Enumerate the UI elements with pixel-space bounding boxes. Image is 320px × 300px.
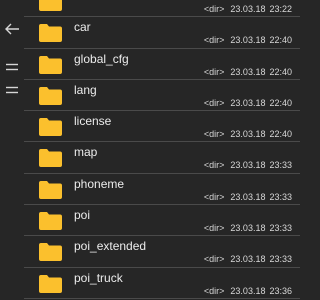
file-meta: <dir> 23.03.18 23:22 — [204, 4, 292, 14]
back-arrow-icon — [5, 23, 19, 35]
file-date: 23.03.18 — [230, 254, 266, 265]
file-meta: <dir> 23.03.18 22:40 — [204, 98, 292, 108]
folder-icon — [39, 0, 62, 11]
file-type: <dir> — [203, 223, 225, 234]
file-date: 23.03.18 — [230, 35, 266, 46]
folder-icon — [39, 212, 62, 231]
file-time: 23:33 — [269, 160, 292, 171]
file-type: <dir> — [203, 66, 225, 77]
file-name: car — [74, 20, 91, 35]
file-name: poi_extended — [74, 239, 147, 254]
file-name: lang — [74, 82, 97, 97]
file-row[interactable]: global_cfg <dir> 23.03.18 22:40 — [24, 49, 300, 80]
menu-icon — [6, 63, 18, 71]
file-row[interactable]: car <dir> 23.03.18 22:40 — [24, 17, 300, 49]
file-name: poi — [74, 208, 91, 223]
file-name: global_cfg — [74, 51, 129, 66]
file-meta: <dir> 23.03.18 23:33 — [204, 192, 292, 202]
file-date: 23.03.18 — [230, 97, 266, 108]
folder-icon — [39, 55, 62, 74]
folder-icon — [39, 86, 62, 105]
file-time: 22:40 — [269, 66, 292, 77]
file-time: 23:33 — [269, 254, 292, 265]
file-date: 23.03.18 — [230, 66, 266, 77]
file-meta: <dir> 23.03.18 23:33 — [204, 160, 292, 170]
file-type: <dir> — [203, 160, 225, 171]
file-type: <dir> — [203, 191, 225, 202]
folder-icon — [39, 24, 62, 43]
folder-icon — [39, 243, 62, 262]
file-type: <dir> — [203, 254, 225, 265]
file-name: map — [74, 145, 98, 160]
file-row[interactable]: license <dir> 23.03.18 22:40 — [24, 111, 300, 143]
file-name: license — [74, 114, 112, 129]
file-date: 23.03.18 — [230, 285, 266, 296]
file-time: 22:40 — [269, 97, 292, 108]
file-manager-screen: <dir> 23.03.18 23:22 car <dir> 23.03.18 22:4… — [0, 0, 300, 300]
file-name: phoneme — [74, 176, 125, 191]
file-time: 23:22 — [269, 4, 292, 14]
file-type: <dir> — [203, 35, 225, 46]
file-date: 23.03.18 — [230, 4, 266, 14]
sidebar — [0, 0, 24, 300]
file-date: 23.03.18 — [230, 223, 266, 234]
file-type: <dir> — [203, 129, 225, 140]
file-time: 23:33 — [269, 223, 292, 234]
file-type: <dir> — [203, 4, 225, 14]
file-time: 23:33 — [269, 191, 292, 202]
menu-button-2[interactable] — [4, 83, 20, 97]
file-list: <dir> 23.03.18 23:22 car <dir> 23.03.18 22:4… — [24, 0, 300, 299]
file-row[interactable]: poi_extended <dir> 23.03.18 23:33 — [24, 236, 300, 268]
folder-icon — [39, 180, 62, 199]
file-name: poi_truck — [74, 270, 123, 285]
file-time: 22:40 — [269, 35, 292, 46]
folder-icon — [39, 274, 62, 293]
menu-icon — [6, 86, 18, 94]
file-date: 23.03.18 — [230, 160, 266, 171]
menu-button-1[interactable] — [4, 60, 20, 74]
file-row[interactable]: map <dir> 23.03.18 23:33 — [24, 142, 300, 174]
file-time: 22:40 — [269, 129, 292, 140]
file-time: 23:36 — [269, 285, 292, 296]
file-meta: <dir> 23.03.18 23:33 — [204, 223, 292, 233]
file-meta: <dir> 23.03.18 23:33 — [204, 254, 292, 264]
folder-icon — [39, 149, 62, 168]
file-row[interactable]: <dir> 23.03.18 23:22 — [24, 0, 300, 18]
file-type: <dir> — [203, 97, 225, 108]
file-meta: <dir> 23.03.18 22:40 — [204, 129, 292, 139]
file-date: 23.03.18 — [230, 191, 266, 202]
file-meta: <dir> 23.03.18 22:40 — [204, 67, 292, 77]
file-date: 23.03.18 — [230, 129, 266, 140]
file-meta: <dir> 23.03.18 22:40 — [204, 35, 292, 45]
file-type: <dir> — [203, 285, 225, 296]
file-row[interactable]: lang <dir> 23.03.18 22:40 — [24, 80, 300, 112]
back-button[interactable] — [4, 22, 20, 36]
file-row[interactable]: poi_truck <dir> 23.03.18 23:36 — [24, 268, 300, 299]
folder-icon — [39, 118, 62, 137]
file-meta: <dir> 23.03.18 23:36 — [204, 286, 292, 296]
file-row[interactable]: poi <dir> 23.03.18 23:33 — [24, 205, 300, 237]
file-row[interactable]: phoneme <dir> 23.03.18 23:33 — [24, 174, 300, 206]
